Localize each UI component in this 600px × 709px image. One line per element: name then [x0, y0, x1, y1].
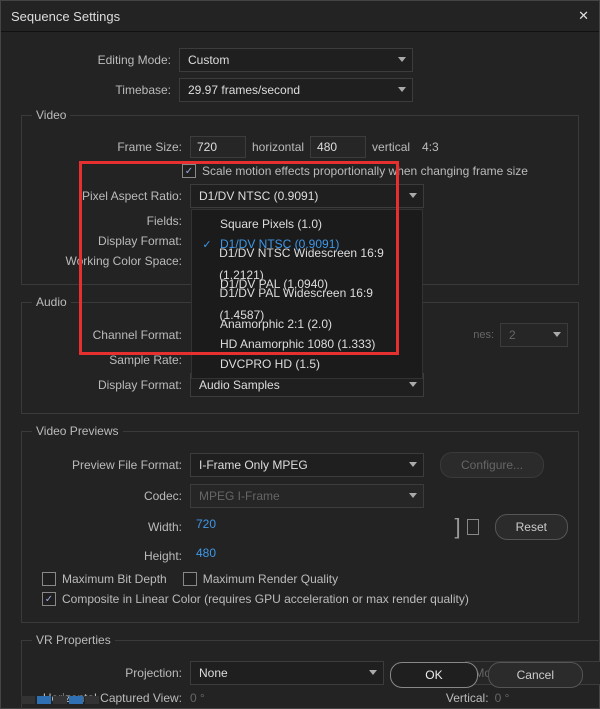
vertical-label: vertical: [372, 140, 410, 154]
preview-width-label: Width:: [32, 520, 190, 534]
preview-width-value[interactable]: 720: [190, 517, 244, 537]
vertical-cv-label: Vertical:: [409, 691, 489, 705]
check-icon: [202, 233, 212, 256]
projection-label: Projection:: [32, 666, 190, 680]
sample-rate-label: Sample Rate:: [32, 353, 190, 367]
checkbox-icon: [42, 572, 56, 586]
chevron-down-icon: [398, 87, 406, 92]
dialog-title: Sequence Settings: [11, 9, 120, 24]
preview-file-format-label: Preview File Format:: [32, 458, 190, 472]
checkbox-icon: [42, 592, 56, 606]
editing-mode-select[interactable]: Custom: [179, 48, 413, 72]
chevron-down-icon: [409, 193, 417, 198]
par-option[interactable]: D1/DV PAL Widescreen 16:9 (1.4587): [192, 294, 422, 314]
aspect-ratio-label: 4:3: [422, 140, 439, 154]
preview-height-label: Height:: [32, 549, 190, 563]
channels-suffix: nes:: [473, 329, 494, 341]
reset-button[interactable]: Reset: [495, 514, 568, 540]
par-option[interactable]: Square Pixels (1.0): [192, 214, 422, 234]
vr-legend: VR Properties: [32, 633, 115, 647]
checkbox-icon: [182, 164, 196, 178]
codec-select: MPEG I-Frame: [190, 484, 424, 508]
cancel-button[interactable]: Cancel: [488, 662, 583, 688]
hcv-value: 0 °: [190, 691, 205, 705]
horizontal-label: horizontal: [252, 140, 304, 154]
preview-height-value[interactable]: 480: [190, 546, 244, 566]
preview-file-format-select[interactable]: I-Frame Only MPEG: [190, 453, 424, 477]
chevron-down-icon: [409, 462, 417, 467]
video-fieldset: Video Frame Size: horizontal vertical 4:…: [21, 108, 579, 285]
bracket-icon: ]: [455, 514, 461, 540]
configure-button: Configure...: [440, 452, 544, 478]
video-display-format-label: Display Format:: [32, 234, 190, 248]
checkbox-icon: [183, 572, 197, 586]
timeline-strip: [21, 696, 99, 704]
audio-legend: Audio: [32, 295, 71, 309]
composite-linear-checkbox[interactable]: Composite in Linear Color (requires GPU …: [42, 592, 469, 606]
channel-format-label: Channel Format:: [32, 328, 190, 342]
max-bit-depth-checkbox[interactable]: Maximum Bit Depth: [42, 572, 167, 586]
vertical-cv-value: 0 °: [495, 691, 510, 705]
working-color-space-label: Working Color Space:: [32, 254, 190, 268]
chevron-down-icon: [553, 332, 561, 337]
timebase-label: Timebase:: [21, 83, 179, 97]
frame-height-input[interactable]: [310, 136, 366, 158]
par-label: Pixel Aspect Ratio:: [32, 189, 190, 203]
chevron-down-icon: [409, 493, 417, 498]
timebase-select[interactable]: 29.97 frames/second: [179, 78, 413, 102]
fields-label: Fields:: [32, 214, 190, 228]
frame-width-input[interactable]: [190, 136, 246, 158]
par-option[interactable]: D1/DV NTSC Widescreen 16:9 (1.2121): [192, 254, 422, 274]
par-option[interactable]: HD Anamorphic 1080 (1.333): [192, 334, 422, 354]
par-select[interactable]: D1/DV NTSC (0.9091) Square Pixels (1.0) …: [190, 184, 424, 208]
sequence-settings-dialog: Sequence Settings ✕ Editing Mode: Custom…: [0, 0, 600, 709]
chevron-down-icon: [369, 670, 377, 675]
video-previews-legend: Video Previews: [32, 424, 123, 438]
codec-label: Codec:: [32, 489, 190, 503]
max-render-quality-checkbox[interactable]: Maximum Render Quality: [183, 572, 338, 586]
titlebar: Sequence Settings ✕: [1, 1, 599, 32]
projection-select[interactable]: None: [190, 661, 384, 685]
frame-size-label: Frame Size:: [32, 140, 190, 154]
channels-select[interactable]: 2: [500, 323, 568, 347]
link-icon[interactable]: [467, 519, 479, 535]
close-icon[interactable]: ✕: [578, 8, 589, 24]
video-previews-fieldset: Video Previews Preview File Format: I-Fr…: [21, 424, 579, 623]
chevron-down-icon: [398, 57, 406, 62]
par-option[interactable]: DVCPRO HD (1.5): [192, 354, 422, 374]
video-legend: Video: [32, 108, 70, 122]
scale-motion-checkbox[interactable]: Scale motion effects proportionally when…: [182, 164, 528, 178]
ok-button[interactable]: OK: [390, 662, 477, 688]
editing-mode-label: Editing Mode:: [21, 53, 179, 67]
audio-display-format-label: Display Format:: [32, 378, 190, 392]
par-dropdown: Square Pixels (1.0) D1/DV NTSC (0.9091) …: [191, 209, 423, 379]
chevron-down-icon: [409, 382, 417, 387]
